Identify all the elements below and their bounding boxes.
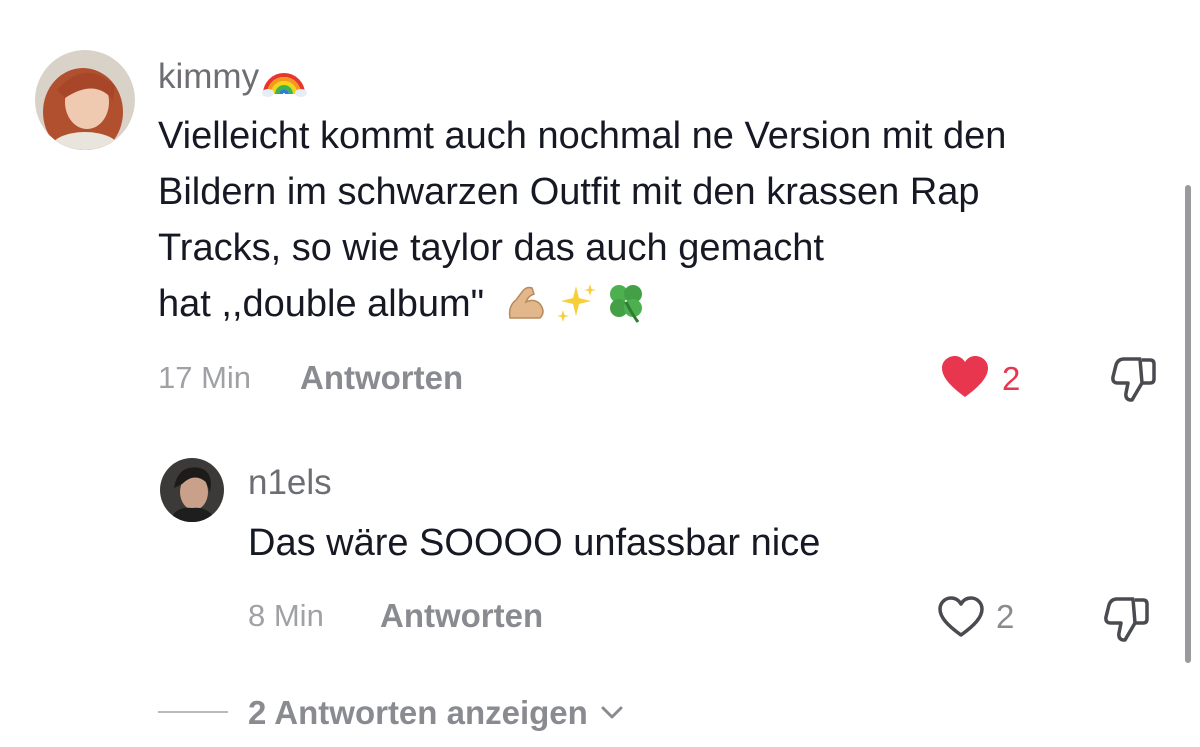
chevron-down-icon [599,694,625,719]
comment-line: Bildern im schwarzen Outfit mit den kras… [158,171,980,213]
comment-line: Tracks, so wie taylor das auch gemacht [158,227,824,269]
replies-divider [158,711,228,713]
flexed-biceps-icon [504,280,548,324]
thumbs-down-icon [1111,357,1156,402]
comment-username[interactable]: kimmy [158,57,308,98]
username-text: kimmy [158,57,260,96]
comment-time: 17 Min [158,360,252,395]
reply-reply-button[interactable]: Antworten [380,599,543,632]
comment-line: Das wäre SOOOO unfassbar nice [248,522,821,564]
avatar-n1els[interactable] [160,458,224,522]
reply-time: 8 Min [248,598,324,633]
reply-like-button[interactable] [936,595,986,639]
show-replies-button[interactable]: 2 Antworten anzeigen [248,694,625,729]
reply-dislike-button[interactable] [1103,595,1151,643]
reply-button[interactable]: Antworten [300,361,463,394]
comment-line: hat ,,double album" [158,283,485,325]
comment-line: Vielleicht kommt auch nochmal ne Version… [158,115,1007,157]
like-count: 2 [1002,360,1021,397]
sparkles-icon [554,280,598,324]
reply-username[interactable]: n1els [248,465,332,500]
reply-like-count: 2 [996,598,1015,635]
heart-outline-icon [938,596,984,637]
dislike-button[interactable] [1110,355,1158,403]
four-leaf-clover-icon [604,280,648,324]
reply-text: Das wäre SOOOO unfassbar nice [248,515,820,571]
thumbs-down-icon [1104,597,1149,642]
rainbow-icon [261,58,308,98]
comment-line-last: hat ,,double album" [158,276,1006,332]
avatar-kimmy[interactable] [35,50,135,150]
scrollbar[interactable] [1185,185,1191,663]
like-button[interactable] [940,355,990,399]
comment-text: Vielleicht kommt auch nochmal ne Version… [158,108,1006,332]
show-replies-label: 2 Antworten anzeigen [248,694,588,731]
heart-filled-icon [942,356,988,397]
